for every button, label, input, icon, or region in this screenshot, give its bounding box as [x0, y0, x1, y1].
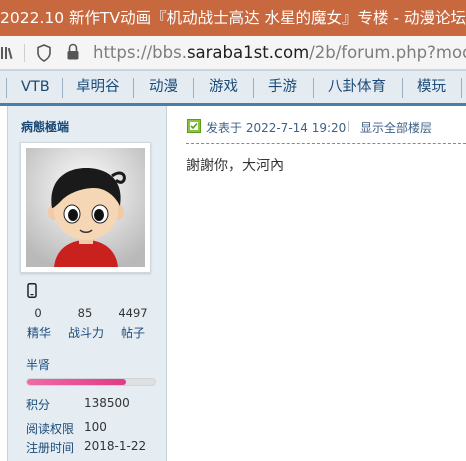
credits-label: 积分	[26, 398, 51, 412]
user-rank: 半肾	[26, 358, 51, 372]
username-link[interactable]: 病態極端	[21, 118, 69, 135]
nav-divider	[313, 78, 314, 98]
stat-digest-count[interactable]: 0	[30, 306, 46, 320]
forum-nav: VTB 卓明谷 动漫 游戏 手游 八卦体育 模玩	[0, 70, 466, 106]
stat-combat-label: 战斗力	[67, 326, 104, 340]
toolbar-separator	[24, 44, 25, 62]
library-icon[interactable]	[0, 45, 16, 61]
url-field[interactable]: https://bbs.saraba1st.com/2b/forum.php?m…	[93, 43, 466, 62]
shield-icon[interactable]	[36, 44, 52, 62]
window-title: 2022.10 新作TV动画『机动战士高达 水星的魔女』专楼 - 动漫论坛	[0, 0, 466, 36]
avatar[interactable]	[20, 142, 151, 273]
stat-posts-label: 帖子	[120, 326, 145, 340]
nav-divider	[461, 78, 462, 98]
url-host: saraba1st.com	[186, 43, 310, 62]
stat-digest-label: 精华	[26, 326, 51, 340]
nav-divider	[6, 78, 7, 98]
nav-item-mobile-games[interactable]: 手游	[268, 71, 297, 104]
nav-divider	[133, 78, 134, 98]
nav-divider	[253, 78, 254, 98]
url-prefix: https://bbs.	[93, 43, 187, 62]
post-date: 发表于 2022-7-14 19:20	[206, 121, 347, 135]
nav-item-zhuomingu[interactable]: 卓明谷	[76, 71, 120, 104]
post-content: 謝謝你，大河內	[186, 158, 284, 174]
nav-item-models[interactable]: 模玩	[417, 71, 446, 104]
post-header-divider	[348, 121, 349, 132]
url-bar[interactable]: https://bbs.saraba1st.com/2b/forum.php?m…	[0, 36, 466, 70]
phone-icon	[27, 283, 37, 298]
nav-item-games[interactable]: 游戏	[209, 71, 238, 104]
nav-item-vtb[interactable]: VTB	[21, 71, 50, 104]
register-date-label: 注册时间	[26, 441, 75, 455]
rank-progress-fill	[27, 379, 126, 385]
read-permission-value: 100	[84, 420, 107, 434]
show-all-floors-link[interactable]: 显示全部楼层	[360, 119, 432, 136]
credits-value: 138500	[84, 396, 130, 410]
lock-icon[interactable]	[66, 43, 80, 61]
rank-progress-bar	[26, 378, 156, 386]
read-permission-label: 阅读权限	[26, 422, 75, 436]
stat-posts-count[interactable]: 4497	[116, 306, 150, 320]
post-header-separator	[186, 143, 466, 144]
nav-item-anime[interactable]: 动漫	[149, 71, 178, 104]
nav-divider	[193, 78, 194, 98]
page-left-edge	[0, 106, 8, 461]
avatar-image	[26, 148, 145, 267]
nav-item-gossip-sports[interactable]: 八卦体育	[328, 71, 386, 104]
nav-divider	[402, 78, 403, 98]
register-date-value: 2018-1-22	[84, 439, 147, 453]
online-status-icon	[187, 119, 201, 133]
stat-combat-power[interactable]: 85	[72, 306, 98, 320]
url-path: /2b/forum.php?mod=	[309, 43, 466, 62]
nav-divider	[62, 78, 63, 98]
